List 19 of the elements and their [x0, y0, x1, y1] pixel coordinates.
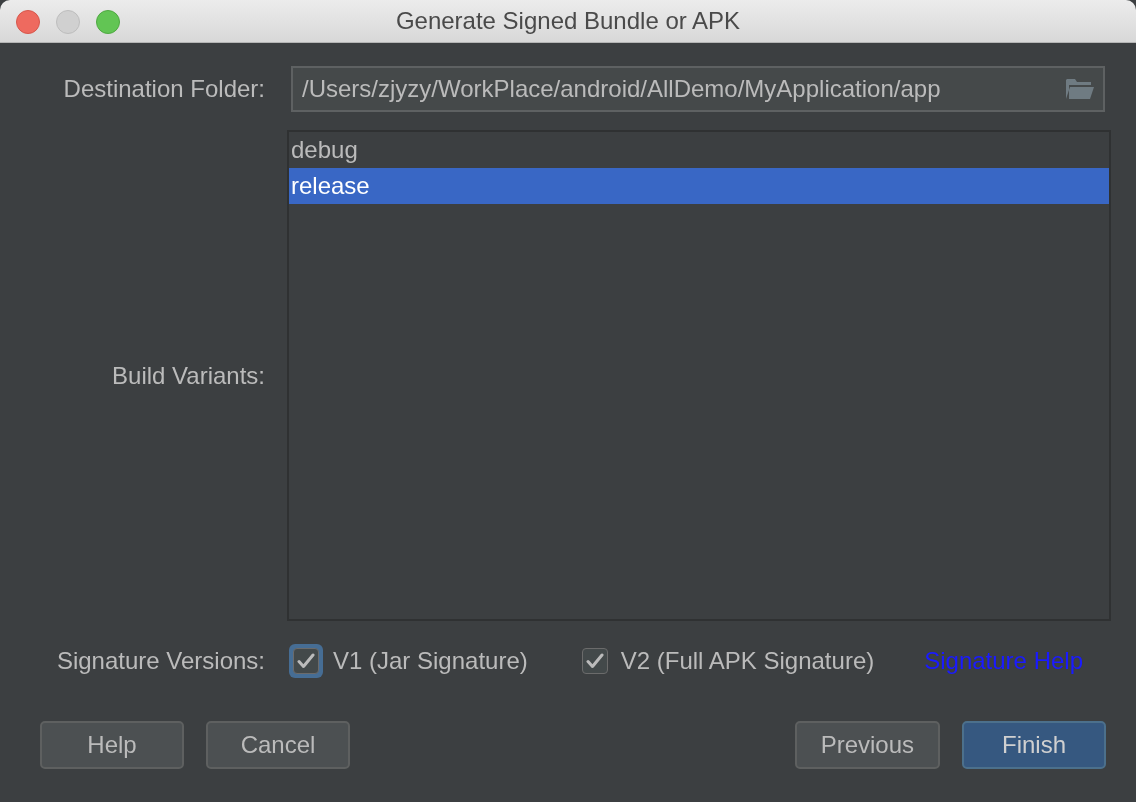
- destination-folder-field[interactable]: /Users/zjyzy/WorkPlace/android/AllDemo/MyApplication/app: [291, 66, 1105, 112]
- checkmark-icon: [585, 653, 604, 669]
- list-item[interactable]: release: [289, 168, 1109, 204]
- window-title: Generate Signed Bundle or APK: [395, 9, 741, 33]
- field-label: Build Variants:: [111, 360, 265, 391]
- list-item[interactable]: debug: [289, 132, 1109, 168]
- dialog-button[interactable]: Finish: [962, 721, 1106, 769]
- dialog-button[interactable]: Previous: [794, 721, 940, 769]
- checkbox-label[interactable]: V2 (Full APK Signature): [620, 643, 875, 679]
- close-button[interactable]: [16, 10, 40, 34]
- checkbox-label[interactable]: V1 (Jar Signature): [333, 643, 528, 679]
- dialog-button[interactable]: Help: [40, 721, 184, 769]
- zoom-button[interactable]: [96, 10, 120, 34]
- field-label: Destination Folder:: [62, 74, 265, 104]
- checkmark-icon: [297, 653, 315, 669]
- folder-icon[interactable]: [1065, 78, 1095, 100]
- checkbox[interactable]: [581, 648, 608, 674]
- field-label: Signature Versions:: [55, 646, 265, 676]
- dialog-button[interactable]: Cancel: [206, 721, 350, 769]
